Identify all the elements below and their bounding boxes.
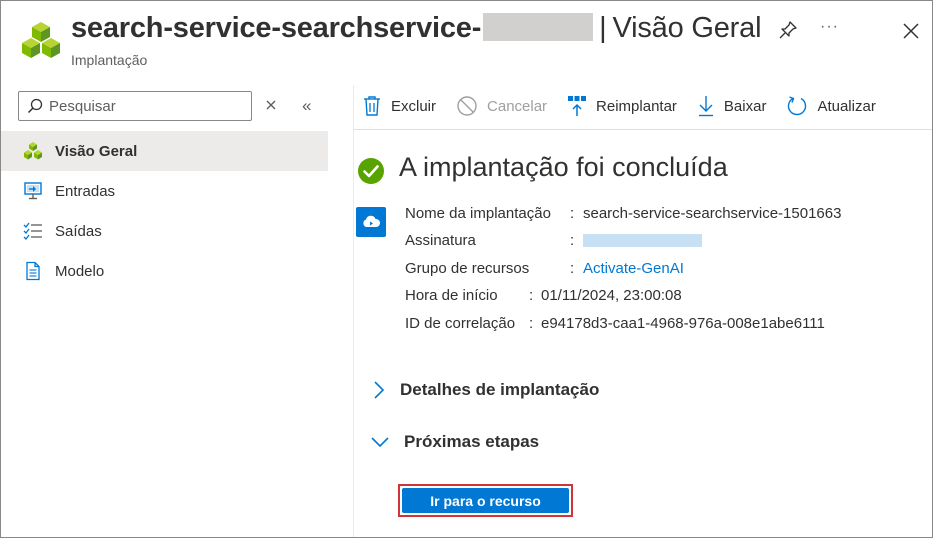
resource-group-link[interactable]: Activate-GenAI [583, 260, 684, 277]
document-icon [23, 261, 43, 281]
page-subtitle: Implantação [71, 52, 148, 68]
clear-search-icon[interactable] [265, 99, 277, 111]
subscription-redacted-value [583, 234, 702, 247]
trash-icon [364, 96, 380, 116]
refresh-label: Atualizar [817, 97, 876, 115]
go-to-resource-button[interactable]: Ir para o recurso [398, 484, 573, 517]
download-button[interactable]: Baixar [697, 95, 767, 117]
colon: : [529, 315, 534, 332]
sidebar-item-label: Saídas [55, 222, 102, 240]
go-to-resource-label: Ir para o recurso [402, 488, 569, 513]
deployment-name-value: search-service-searchservice-1501663 [583, 205, 842, 222]
success-check-icon [358, 158, 384, 184]
deployment-details-toggle[interactable]: Detalhes de implantação [370, 380, 599, 400]
sidebar-item-label: Visão Geral [55, 142, 138, 160]
pin-icon[interactable] [778, 20, 798, 40]
sidebar-item-visao-geral[interactable]: Visão Geral [1, 131, 328, 171]
page-title: search-service-searchservice- | Visão Gera… [71, 12, 762, 45]
close-icon[interactable] [902, 22, 920, 40]
subscription-label: Assinatura [405, 232, 476, 249]
redeploy-label: Reimplantar [596, 97, 677, 115]
colon: : [570, 260, 575, 277]
next-steps-toggle[interactable]: Próximas etapas [370, 432, 539, 452]
search-icon [27, 98, 43, 114]
sidebar-item-saidas[interactable]: Saídas [1, 211, 328, 251]
download-icon [698, 96, 713, 117]
page-title-view: Visão Geral [612, 12, 762, 44]
correlation-id-value: e94178d3-caa1-4968-976a-008e1abe6111 [541, 315, 825, 332]
colon: : [529, 287, 534, 304]
list-check-icon [23, 221, 43, 241]
page-title-name: search-service-searchservice- [71, 12, 482, 44]
cancel-label: Cancelar [487, 97, 548, 115]
collapse-sidebar-icon[interactable]: « [302, 96, 311, 116]
monitor-input-icon [23, 181, 43, 201]
start-time-value: 01/11/2024, 23:00:08 [541, 287, 682, 304]
deployment-details-label: Detalhes de implantação [400, 380, 600, 399]
cubes-icon [23, 141, 43, 161]
sidebar-item-label: Modelo [55, 262, 105, 280]
cancel-button[interactable]: Cancelar [456, 95, 547, 117]
deployment-cubes-icon [22, 22, 60, 58]
start-time-label: Hora de início [405, 287, 498, 304]
sidebar-item-entradas[interactable]: Entradas [1, 171, 328, 211]
more-options-icon[interactable]: ··· [820, 18, 839, 36]
deployment-cloud-icon [356, 207, 386, 237]
next-steps-label: Próximas etapas [404, 432, 540, 451]
cancel-icon [457, 96, 477, 116]
command-bar: Excluir Cancelar Reimplantar Baixar Atua… [362, 92, 896, 120]
title-separator: | [599, 12, 607, 44]
toolbar-divider [354, 129, 932, 130]
deployment-name-label: Nome da implantação [405, 205, 551, 222]
refresh-button[interactable]: Atualizar [786, 95, 876, 117]
sidebar-item-modelo[interactable]: Modelo [1, 251, 328, 291]
sidebar-search[interactable] [18, 91, 252, 121]
chevron-down-icon [371, 437, 389, 448]
sidebar-divider [353, 85, 354, 537]
resource-group-label: Grupo de recursos [405, 260, 530, 277]
redeploy-icon [568, 96, 587, 116]
redacted-block [483, 13, 594, 41]
correlation-id-label: ID de correlação [405, 315, 516, 332]
delete-label: Excluir [391, 97, 437, 115]
search-input[interactable] [49, 97, 239, 115]
download-label: Baixar [723, 97, 767, 115]
chevron-right-icon [374, 381, 385, 399]
colon: : [570, 205, 575, 222]
deployment-status-title: A implantação foi concluída [399, 152, 728, 182]
delete-button[interactable]: Excluir [362, 95, 436, 117]
refresh-icon [788, 96, 807, 116]
redeploy-button[interactable]: Reimplantar [567, 95, 677, 117]
sidebar-item-label: Entradas [55, 182, 116, 200]
colon: : [570, 232, 575, 249]
